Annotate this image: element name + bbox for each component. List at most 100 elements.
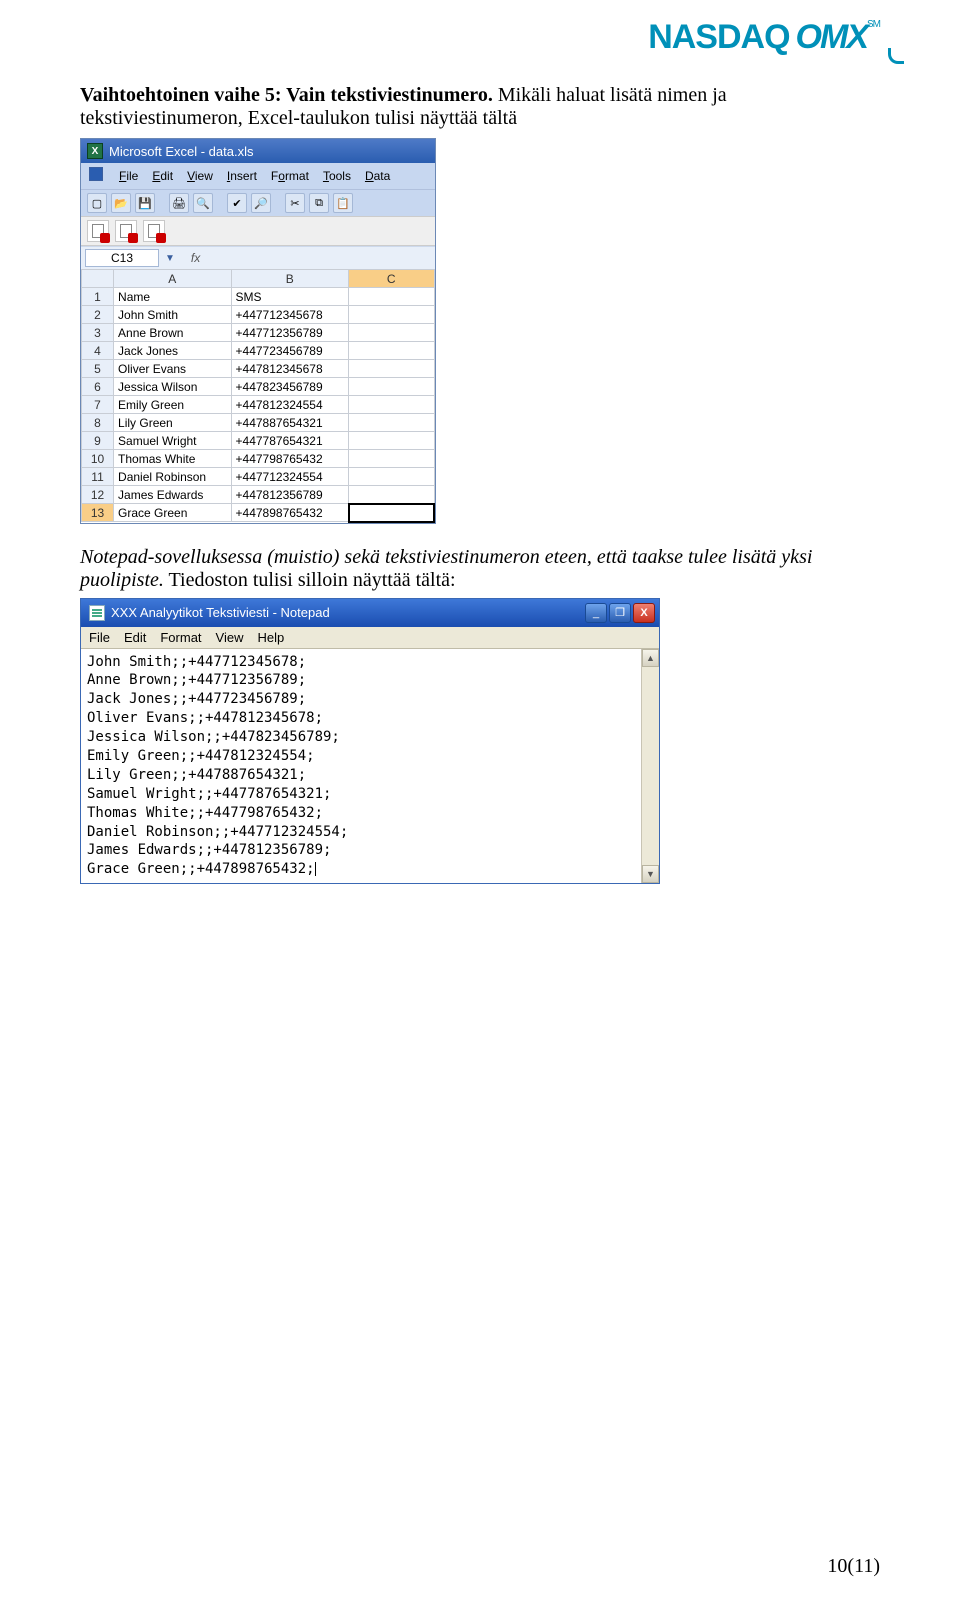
fx-label[interactable]: fx xyxy=(191,251,200,265)
select-all-corner[interactable] xyxy=(82,270,114,288)
cell[interactable]: Daniel Robinson xyxy=(114,468,232,486)
cell[interactable] xyxy=(349,414,434,432)
cell[interactable]: +447812356789 xyxy=(231,486,349,504)
cell[interactable] xyxy=(349,486,434,504)
row-header[interactable]: 7 xyxy=(82,396,114,414)
open-icon[interactable]: 📂 xyxy=(111,193,131,213)
pdf-export-icon[interactable] xyxy=(87,220,109,242)
menu-format[interactable]: Format xyxy=(265,167,315,185)
spreadsheet-grid[interactable]: A B C 1NameSMS 2John Smith+447712345678 3A… xyxy=(81,269,435,523)
menu-data[interactable]: Data xyxy=(359,167,396,185)
research-icon[interactable]: 🔎 xyxy=(251,193,271,213)
menu-insert[interactable]: Insert xyxy=(221,167,263,185)
new-doc-icon[interactable]: ▢ xyxy=(87,193,107,213)
col-header-b[interactable]: B xyxy=(231,270,349,288)
row-header[interactable]: 2 xyxy=(82,306,114,324)
scroll-down-icon[interactable]: ▼ xyxy=(642,865,659,883)
cell[interactable]: +447787654321 xyxy=(231,432,349,450)
np-menu-format[interactable]: Format xyxy=(160,630,201,645)
cell[interactable]: +447798765432 xyxy=(231,450,349,468)
cell[interactable]: +447823456789 xyxy=(231,378,349,396)
print-preview-icon[interactable]: 🔍 xyxy=(193,193,213,213)
print-icon[interactable]: 🖨 xyxy=(169,193,189,213)
cell[interactable]: +447712324554 xyxy=(231,468,349,486)
scroll-up-icon[interactable]: ▲ xyxy=(642,649,659,667)
cell[interactable]: +447887654321 xyxy=(231,414,349,432)
vertical-scrollbar[interactable]: ▲ ▼ xyxy=(641,649,659,884)
cell[interactable] xyxy=(349,450,434,468)
cell[interactable]: Emily Green xyxy=(114,396,232,414)
notepad-titlebar[interactable]: XXX Analyytikot Tekstiviesti - Notepad _… xyxy=(81,599,659,627)
excel-titlebar[interactable]: X Microsoft Excel - data.xls xyxy=(81,139,435,163)
mdi-document-icon[interactable] xyxy=(89,167,103,181)
spellcheck-icon[interactable]: ✔ xyxy=(227,193,247,213)
row-header[interactable]: 11 xyxy=(82,468,114,486)
menu-edit[interactable]: Edit xyxy=(146,167,179,185)
cell[interactable] xyxy=(349,378,434,396)
cell[interactable]: Oliver Evans xyxy=(114,360,232,378)
text-cursor xyxy=(315,862,316,876)
notepad-app-icon xyxy=(89,605,105,621)
cell[interactable]: +447812345678 xyxy=(231,360,349,378)
row-header[interactable]: 9 xyxy=(82,432,114,450)
cell[interactable] xyxy=(349,306,434,324)
row-header[interactable]: 1 xyxy=(82,288,114,306)
menu-tools[interactable]: Tools xyxy=(317,167,357,185)
menu-view[interactable]: View xyxy=(181,167,219,185)
menu-file[interactable]: File xyxy=(113,167,144,185)
row-header[interactable]: 12 xyxy=(82,486,114,504)
cell[interactable]: Samuel Wright xyxy=(114,432,232,450)
cell[interactable]: John Smith xyxy=(114,306,232,324)
cell[interactable]: +447898765432 xyxy=(231,504,349,522)
pdf-export-icon[interactable] xyxy=(143,220,165,242)
cell[interactable]: Lily Green xyxy=(114,414,232,432)
np-menu-file[interactable]: File xyxy=(89,630,110,645)
notepad-title-text: XXX Analyytikot Tekstiviesti - Notepad xyxy=(111,605,330,620)
paste-icon[interactable]: 📋 xyxy=(333,193,353,213)
cell[interactable]: Name xyxy=(114,288,232,306)
cell[interactable] xyxy=(349,288,434,306)
row-header[interactable]: 3 xyxy=(82,324,114,342)
cell[interactable]: James Edwards xyxy=(114,486,232,504)
scroll-track[interactable] xyxy=(642,667,659,866)
cell[interactable]: Jessica Wilson xyxy=(114,378,232,396)
cell[interactable]: Jack Jones xyxy=(114,342,232,360)
name-box-dropdown-icon[interactable]: ▼ xyxy=(165,253,175,264)
cell[interactable]: +447712356789 xyxy=(231,324,349,342)
save-icon[interactable]: 💾 xyxy=(135,193,155,213)
np-menu-help[interactable]: Help xyxy=(257,630,284,645)
cell[interactable]: +447812324554 xyxy=(231,396,349,414)
cell[interactable]: Grace Green xyxy=(114,504,232,522)
nasdaq-omx-logo: NASDAQOMXSM xyxy=(648,20,880,54)
col-header-c[interactable]: C xyxy=(349,270,434,288)
cell[interactable] xyxy=(349,342,434,360)
np-menu-edit[interactable]: Edit xyxy=(124,630,146,645)
row-header[interactable]: 4 xyxy=(82,342,114,360)
np-menu-view[interactable]: View xyxy=(216,630,244,645)
col-header-a[interactable]: A xyxy=(114,270,232,288)
cell[interactable]: SMS xyxy=(231,288,349,306)
row-header[interactable]: 6 xyxy=(82,378,114,396)
close-button[interactable]: X xyxy=(633,603,655,623)
row-header[interactable]: 10 xyxy=(82,450,114,468)
pdf-export-icon[interactable] xyxy=(115,220,137,242)
cell[interactable] xyxy=(349,396,434,414)
row-header[interactable]: 13 xyxy=(82,504,114,522)
name-box[interactable]: C13 xyxy=(85,249,159,267)
cell[interactable]: Anne Brown xyxy=(114,324,232,342)
cell[interactable] xyxy=(349,360,434,378)
cell[interactable]: Thomas White xyxy=(114,450,232,468)
cell[interactable] xyxy=(349,324,434,342)
cell[interactable]: +447723456789 xyxy=(231,342,349,360)
cell[interactable]: +447712345678 xyxy=(231,306,349,324)
row-header[interactable]: 8 xyxy=(82,414,114,432)
copy-icon[interactable]: ⧉ xyxy=(309,193,329,213)
cell[interactable] xyxy=(349,432,434,450)
cell[interactable] xyxy=(349,504,434,522)
maximize-button[interactable]: ❐ xyxy=(609,603,631,623)
cell[interactable] xyxy=(349,468,434,486)
cut-icon[interactable]: ✂ xyxy=(285,193,305,213)
notepad-text-area[interactable]: John Smith;;+447712345678; Anne Brown;;+… xyxy=(81,649,641,884)
minimize-button[interactable]: _ xyxy=(585,603,607,623)
row-header[interactable]: 5 xyxy=(82,360,114,378)
